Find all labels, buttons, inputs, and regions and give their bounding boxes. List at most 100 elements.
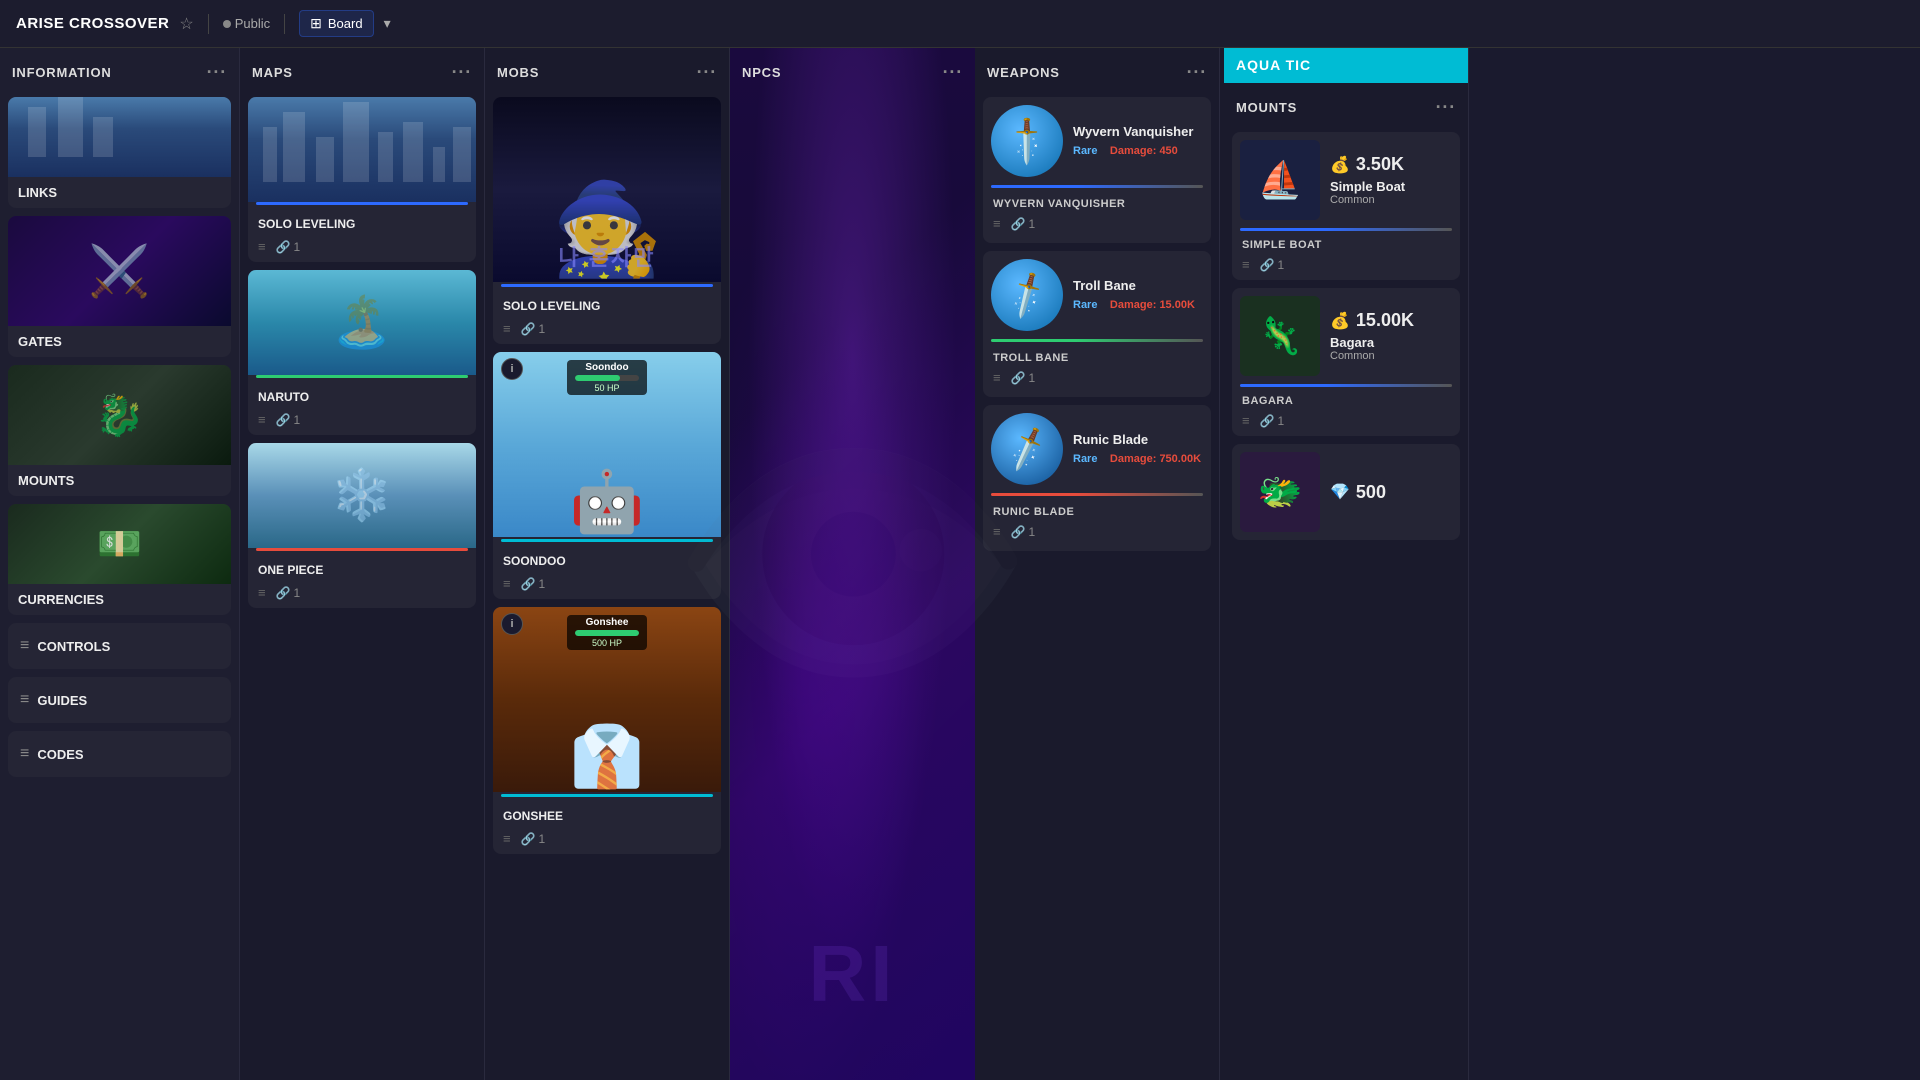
runic-rarity-damage: Rare Damage: 750.00K (1073, 449, 1203, 467)
currencies-card[interactable]: 💵 CURRENCIES (8, 504, 231, 615)
boat-info: 💰 3.50K Simple Boat Common (1330, 154, 1452, 206)
list-icon10: ≡ (1242, 257, 1250, 272)
mobs-title: MOBS (497, 65, 539, 80)
attach-icon6: 🔗 (521, 832, 536, 846)
mob-info-icon2: i (501, 613, 523, 635)
links-card[interactable]: LINKS (8, 97, 231, 208)
bagara-accent (1240, 384, 1452, 387)
board-button[interactable]: ⊞ Board (299, 10, 373, 37)
gem-mount-top: 🐲 💎 500 (1232, 444, 1460, 540)
troll-rarity-damage: Rare Damage: 15.00K (1073, 295, 1203, 313)
troll-top: 🗡️ Troll Bane Rare Damage: 15.00K (983, 251, 1211, 339)
star-icon[interactable]: ☆ (179, 14, 193, 34)
list-icon4: ≡ (503, 321, 511, 336)
links-label: LINKS (8, 177, 231, 208)
wyvern-label: WYVERN VANQUISHER (983, 192, 1211, 212)
bagara-top: 🦎 💰 15.00K Bagara Common (1232, 288, 1460, 384)
map-onepiece-image: ❄️ (248, 443, 476, 548)
mob-card-solo-leveling[interactable]: 🧙 나 혼자만 SOLO LEVELING ≡ 🔗 1 (493, 97, 721, 344)
map-card-naruto[interactable]: 🏝️ NARUTO ≡ 🔗 1 (248, 270, 476, 435)
mob-sl-footer: ≡ 🔗 1 (493, 317, 721, 344)
attach-icon5: 🔗 (521, 577, 536, 591)
maps-column: MAPS ··· SOLO LEVELING ≡ 🔗 1 (240, 48, 485, 1080)
map-card-solo-leveling[interactable]: SOLO LEVELING ≡ 🔗 1 (248, 97, 476, 262)
troll-name: Troll Bane (1073, 278, 1203, 293)
mob-gonshee-title: GONSHEE (493, 801, 721, 827)
maps-title: MAPS (252, 65, 293, 80)
maps-header: MAPS ··· (240, 48, 484, 93)
chevron-down-icon[interactable]: ▾ (384, 15, 391, 32)
bagara-price-value: 15.00K (1356, 310, 1414, 331)
soondoo-hp-text: 50 HP (594, 383, 619, 393)
app-title: ARISE CROSSOVER (16, 15, 169, 32)
bagara-label: BAGARA (1232, 391, 1460, 409)
links-image (8, 97, 231, 177)
gem-mount-price: 💎 500 (1330, 482, 1452, 503)
codes-item[interactable]: ≡ CODES (8, 731, 231, 777)
board-icon: ⊞ (310, 15, 322, 32)
list-icon7: ≡ (993, 216, 1001, 231)
mob-gonshee-footer: ≡ 🔗 1 (493, 827, 721, 854)
weapon-card-troll-bane[interactable]: 🗡️ Troll Bane Rare Damage: 15.00K TROLL … (983, 251, 1211, 397)
codes-label: CODES (37, 747, 83, 762)
visibility-indicator: Public (223, 16, 270, 31)
wyvern-accent (991, 185, 1203, 188)
attach-icon11: 🔗 (1260, 414, 1275, 428)
controls-item[interactable]: ≡ CONTROLS (8, 623, 231, 669)
mount-card-simple-boat[interactable]: ⛵ 💰 3.50K Simple Boat Common SIMPLE BOAT… (1232, 132, 1460, 280)
wyvern-rarity: Rare (1073, 145, 1097, 157)
mount-card-gem[interactable]: 🐲 💎 500 (1232, 444, 1460, 540)
weapons-more-icon[interactable]: ··· (1187, 62, 1207, 83)
attach-icon: 🔗 (276, 240, 291, 254)
map-naruto-accent (256, 375, 468, 378)
troll-attach: 🔗 1 (1011, 371, 1036, 385)
weapons-header: WEAPONS ··· (975, 48, 1219, 93)
hp-bar-track (575, 375, 639, 381)
mobs-more-icon[interactable]: ··· (697, 62, 717, 83)
mounts-sidebar-card[interactable]: 🐉 MOUNTS (8, 365, 231, 496)
attach-icon10: 🔗 (1260, 258, 1275, 272)
boat-price-value: 3.50K (1356, 154, 1404, 175)
mob-gonshee-attach: 🔗 1 (521, 832, 546, 846)
attachment-count3: 🔗 1 (276, 586, 301, 600)
weapon-card-wyvern[interactable]: 🗡️ Wyvern Vanquisher Rare Damage: 450 WY… (983, 97, 1211, 243)
information-more-icon[interactable]: ··· (207, 62, 227, 83)
gonshee-name: Gonshee (586, 617, 629, 628)
currencies-image: 💵 (8, 504, 231, 584)
bagara-attach-count: 1 (1278, 414, 1285, 428)
list-icon11: ≡ (1242, 413, 1250, 428)
gates-card[interactable]: ⚔️ GATES (8, 216, 231, 357)
list-icon-guides: ≡ (20, 691, 29, 709)
attach-count: 1 (294, 240, 301, 254)
aquatic-header: AQUA TIC (1224, 48, 1468, 83)
mob-info-icon: i (501, 358, 523, 380)
map-card-one-piece[interactable]: ❄️ ONE PIECE ≡ 🔗 1 (248, 443, 476, 608)
guides-label: GUIDES (37, 693, 87, 708)
gonshee-hp-bar-fill (575, 630, 639, 636)
maps-more-icon[interactable]: ··· (452, 62, 472, 83)
list-icon-controls: ≡ (20, 637, 29, 655)
public-dot-icon (223, 20, 231, 28)
attach-count3: 1 (294, 586, 301, 600)
information-title: INFORMATION (12, 65, 112, 80)
information-header: INFORMATION ··· (0, 48, 239, 93)
map-naruto-image: 🏝️ (248, 270, 476, 375)
map-op-footer: ≡ 🔗 1 (248, 581, 476, 608)
attach-icon4: 🔗 (521, 322, 536, 336)
list-icon-codes: ≡ (20, 745, 29, 763)
mounts-more-icon[interactable]: ··· (1436, 97, 1456, 118)
bagara-info: 💰 15.00K Bagara Common (1330, 310, 1452, 362)
troll-label: TROLL BANE (983, 346, 1211, 366)
bagara-footer: ≡ 🔗 1 (1232, 409, 1460, 436)
wyvern-info: Wyvern Vanquisher Rare Damage: 450 (1073, 124, 1203, 159)
npcs-header: NPCS ··· (730, 48, 975, 93)
mounts-image: 🐉 (8, 365, 231, 465)
controls-label: CONTROLS (37, 639, 110, 654)
npcs-title: NPCS (742, 65, 781, 80)
weapons-title: WEAPONS (987, 65, 1060, 80)
bagara-rarity: Common (1330, 350, 1452, 362)
npcs-more-icon[interactable]: ··· (943, 62, 963, 83)
mount-card-bagara[interactable]: 🦎 💰 15.00K Bagara Common BAGARA ≡ 🔗 1 (1232, 288, 1460, 436)
wyvern-attach: 🔗 1 (1011, 217, 1036, 231)
guides-item[interactable]: ≡ GUIDES (8, 677, 231, 723)
